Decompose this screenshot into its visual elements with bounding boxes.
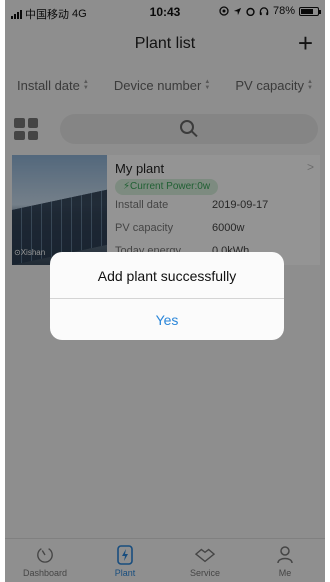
app-screen: 中国移动 4G 10:43 78% Plant list + Install d… (5, 0, 325, 582)
success-dialog: Add plant successfully Yes (50, 252, 284, 340)
dialog-message: Add plant successfully (97, 268, 237, 284)
yes-button[interactable]: Yes (50, 299, 284, 340)
